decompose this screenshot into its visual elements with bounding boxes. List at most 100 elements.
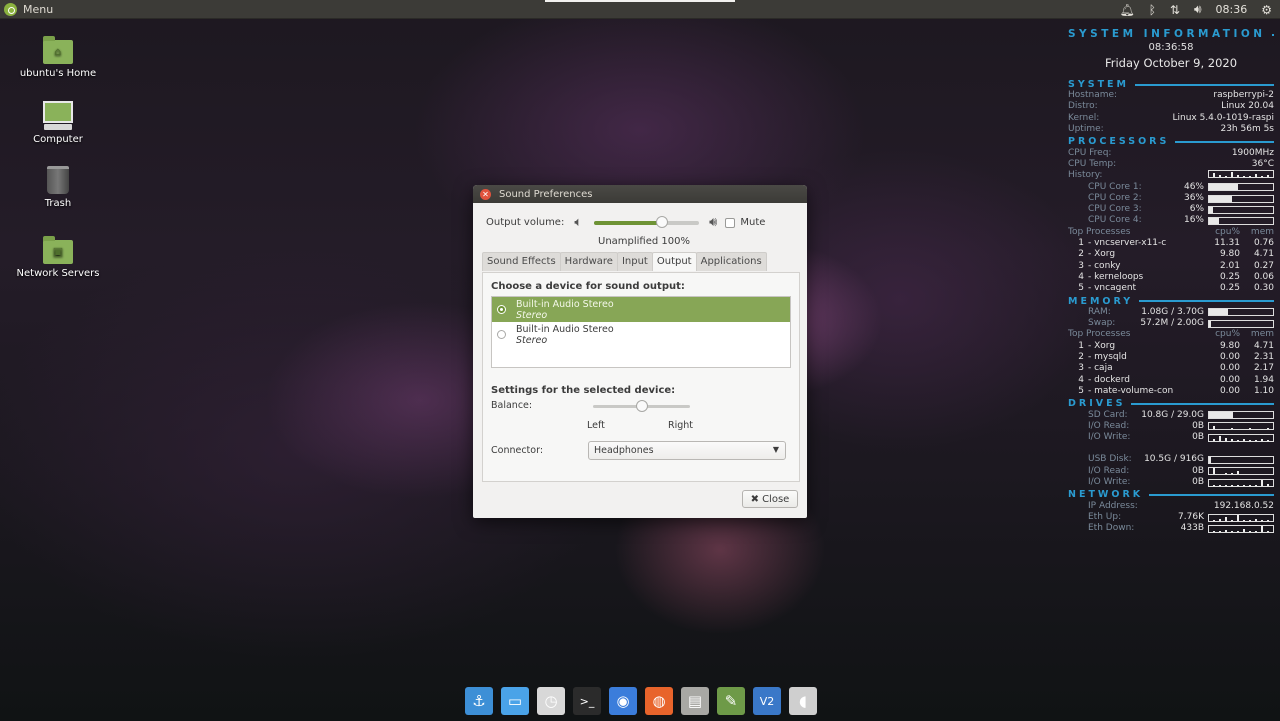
usb-read-graph — [1208, 467, 1274, 476]
volume-icon[interactable]: 🔊︎ — [1194, 2, 1202, 17]
graph-bar — [1261, 473, 1263, 475]
graph-bar — [1267, 530, 1269, 532]
network-servers-icon: ▣ — [43, 236, 73, 264]
usb-disk-row: USB Disk: 10.5G / 916G — [1068, 454, 1274, 465]
graph-bar — [1267, 483, 1269, 486]
menu-button[interactable]: Menu — [0, 0, 53, 19]
graph-bar — [1255, 428, 1257, 430]
balance-slider-knob[interactable] — [635, 400, 648, 412]
conky-date: Friday October 9, 2020 — [1104, 55, 1238, 70]
usb-disk-bar — [1208, 456, 1274, 465]
graph-bar — [1219, 530, 1221, 532]
speaker-low-icon[interactable]: 🔈︎ — [574, 215, 582, 230]
graph-bar — [1261, 438, 1263, 441]
panel-clock[interactable]: 08:36 — [1216, 3, 1248, 16]
settings-gear-icon[interactable]: ⚙ — [1261, 3, 1272, 17]
process-row: 3- conky 2.01 0.27 — [1078, 260, 1274, 271]
tab-input[interactable]: Input — [616, 252, 653, 271]
graph-bar — [1243, 428, 1245, 430]
graph-bar — [1225, 485, 1227, 486]
device-item[interactable]: Built-in Audio Stereo Stereo — [492, 297, 790, 322]
dialog-titlebar[interactable]: ✕ Sound Preferences — [473, 185, 807, 203]
graph-bar — [1249, 439, 1251, 441]
graph-bar — [1255, 530, 1257, 532]
window-list-strip[interactable] — [545, 0, 735, 2]
graph-bar — [1213, 426, 1215, 430]
swap-bar — [1208, 319, 1274, 328]
ram-row: RAM: 1.08G / 3.70G — [1068, 307, 1274, 318]
device-item[interactable]: Built-in Audio Stereo Stereo — [492, 322, 790, 347]
close-button[interactable]: ✖ Close — [742, 490, 798, 508]
radio-selected[interactable] — [497, 305, 506, 314]
output-volume-row: Output volume: 🔈︎ 🔊︎ Mute — [486, 215, 796, 230]
dock-clock-app-icon[interactable]: ◷ — [537, 687, 565, 715]
dock-chromium-icon[interactable]: ◉ — [609, 687, 637, 715]
desktop-icon-label: Network Servers — [16, 268, 100, 279]
cpu-temp-row: CPU Temp: 36°C — [1068, 158, 1274, 169]
graph-bar — [1219, 428, 1221, 430]
output-volume-slider[interactable] — [594, 215, 700, 228]
volume-slider-knob[interactable] — [656, 215, 669, 228]
graph-bar — [1267, 519, 1269, 521]
uptime-row: Uptime: 23h 56m 5s — [1068, 124, 1274, 135]
tab-applications[interactable]: Applications — [695, 252, 767, 271]
window-close-icon[interactable]: ✕ — [480, 188, 491, 200]
graph-bar — [1225, 529, 1227, 532]
balance-slider[interactable] — [593, 400, 690, 412]
graph-bar — [1255, 518, 1257, 521]
graph-bar — [1243, 438, 1245, 441]
tab-hardware[interactable]: Hardware — [559, 252, 618, 271]
graph-bar — [1249, 530, 1251, 532]
process-row: 2- mysqld 0.00 2.31 — [1078, 352, 1274, 363]
tab-output[interactable]: Output — [651, 252, 697, 271]
graph-bar — [1261, 176, 1263, 178]
dock-system-tools-icon[interactable]: ✎ — [717, 687, 745, 715]
graph-bar — [1225, 176, 1227, 178]
connector-dropdown[interactable]: Headphones ▼ — [588, 441, 786, 460]
desktop-icon-trash[interactable]: Trash — [8, 166, 108, 209]
graph-bar — [1243, 176, 1245, 178]
dock-firefox-icon[interactable]: ◍ — [645, 687, 673, 715]
cpu-history-row: History: — [1068, 170, 1274, 181]
radio-unselected[interactable] — [497, 330, 506, 339]
kernel-row: Kernel: Linux 5.4.0-1019-raspi — [1068, 112, 1274, 123]
dock-show-desktop-icon[interactable]: ▭ — [501, 687, 529, 715]
balance-right-label: Right — [668, 420, 694, 431]
trash-icon — [47, 166, 69, 194]
graph-bar — [1225, 437, 1227, 441]
dock-mouse-app-icon[interactable]: ◖ — [789, 687, 817, 715]
dock-vnc-viewer-icon[interactable]: V2 — [753, 687, 781, 715]
graph-bar — [1219, 435, 1221, 441]
process-row: 2- Xorg 9.80 4.71 — [1078, 249, 1274, 260]
graph-bar — [1249, 519, 1251, 521]
desktop-icon-computer[interactable]: Computer — [8, 101, 108, 145]
computer-icon — [43, 101, 73, 123]
speaker-high-icon[interactable]: 🔊︎ — [709, 215, 717, 230]
desktop-icon-home[interactable]: ⌂ ubuntu's Home — [8, 36, 108, 79]
network-header: NETWORK — [1068, 489, 1274, 500]
graph-bar — [1237, 514, 1239, 521]
graph-bar — [1255, 485, 1257, 486]
dock-anchor-app-icon[interactable]: ⚓ — [465, 687, 493, 715]
graph-bar — [1261, 525, 1263, 532]
graph-bar — [1243, 485, 1245, 486]
graph-bar — [1219, 175, 1221, 178]
graph-bar — [1237, 439, 1239, 441]
process-row: 4- kerneloops 0.25 0.06 — [1078, 271, 1274, 282]
graph-bar — [1219, 473, 1221, 475]
notification-bell-icon[interactable]: 🔔︎ — [1119, 3, 1134, 17]
graph-bar — [1261, 479, 1263, 486]
bluetooth-icon[interactable]: ᛒ — [1149, 3, 1156, 17]
mem-top-header: Top Processes cpu% mem — [1068, 329, 1274, 340]
dock-file-manager-icon[interactable]: ▤ — [681, 687, 709, 715]
tab-sound-effects[interactable]: Sound Effects — [482, 252, 561, 271]
usb-read-row: I/O Read: 0B — [1068, 466, 1274, 477]
graph-bar — [1243, 473, 1245, 475]
network-arrows-icon[interactable]: ⇅ — [1170, 3, 1180, 17]
system-tray: 🔔︎ ᛒ ⇅ 🔊︎ 08:36 ⚙ — [1119, 0, 1280, 19]
desktop-icon-network-servers[interactable]: ▣ Network Servers — [8, 236, 108, 279]
mute-checkbox[interactable] — [725, 217, 736, 228]
dropdown-arrow-icon: ▼ — [772, 445, 779, 454]
usb-write-graph — [1208, 478, 1274, 487]
dock-terminal-icon[interactable]: >_ — [573, 687, 601, 715]
